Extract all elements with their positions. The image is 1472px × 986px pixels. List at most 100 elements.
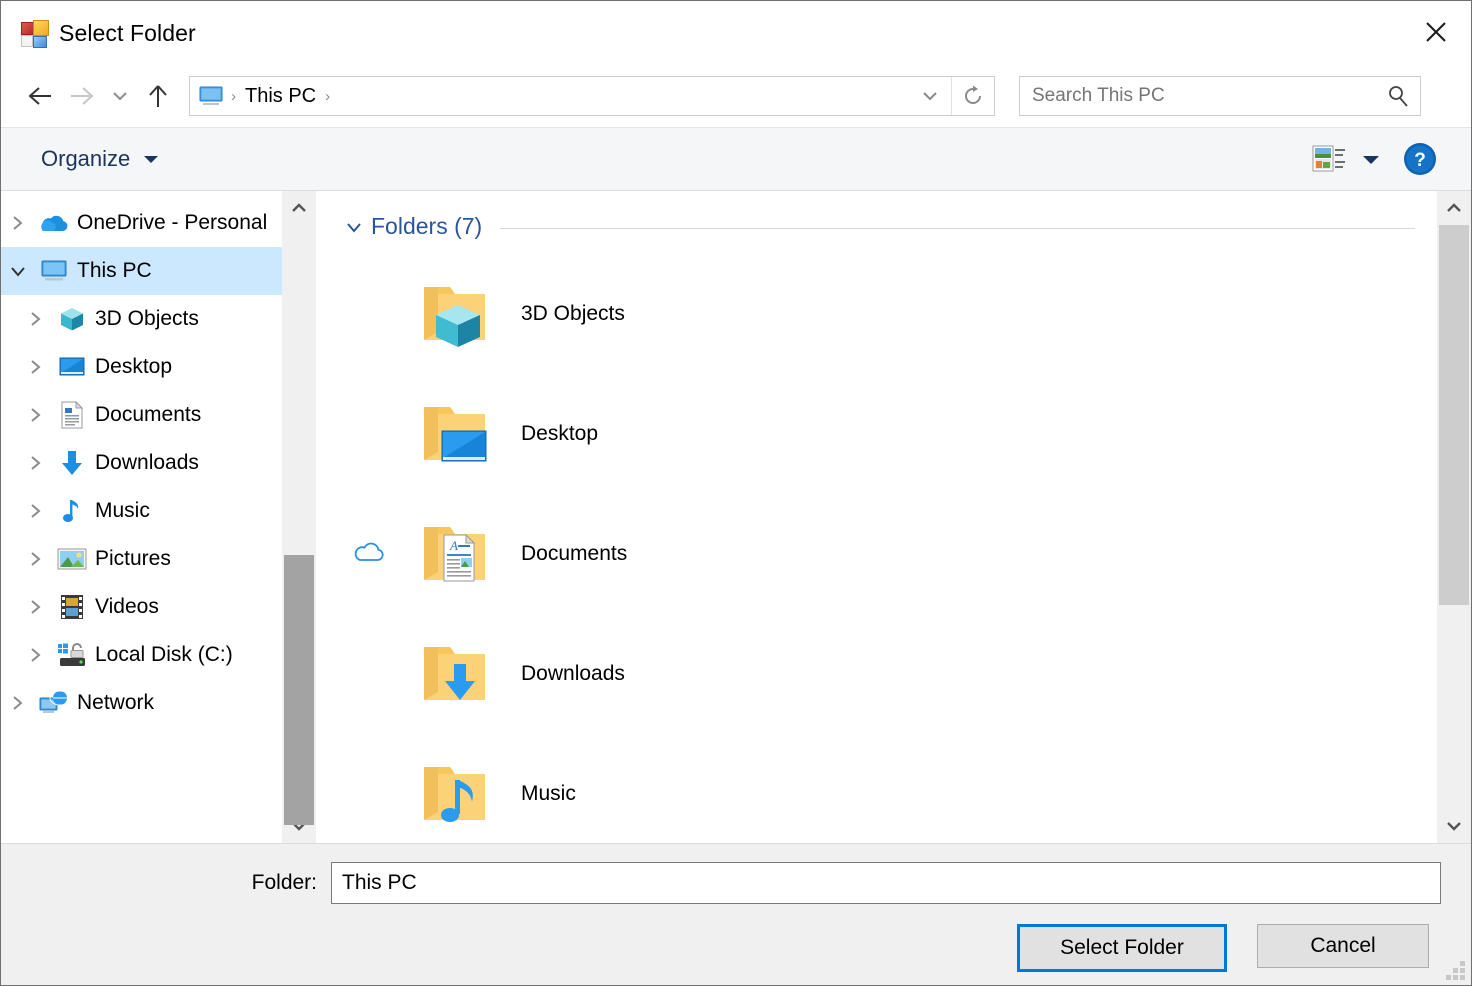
back-arrow-icon [25,83,55,109]
chevron-right-icon[interactable] [1,694,35,712]
chevron-down-icon[interactable] [1,264,35,278]
folder-input[interactable] [332,863,1440,903]
toolbar-right-group: ? [1307,128,1449,190]
scroll-thumb[interactable] [1439,225,1469,605]
sidebar-item-3d-objects[interactable]: 3D Objects [1,295,282,343]
group-header-folders[interactable]: Folders (7) [317,191,1437,240]
list-item[interactable]: 3D Objects [317,254,1437,374]
chevron-down-icon [920,89,940,103]
refresh-icon [961,84,985,108]
this-pc-icon [35,259,73,283]
sidebar-item-label: Downloads [95,451,199,475]
sidebar-item-downloads[interactable]: Downloads [1,439,282,487]
scroll-down-icon [1445,820,1463,832]
group-header-label: Folders (7) [371,213,482,240]
local-disk-icon [53,642,91,668]
breadcrumb-separator-trailing[interactable]: › [322,88,333,105]
sidebar-item-videos[interactable]: Videos [1,583,282,631]
downloads-icon [53,449,91,477]
sidebar-item-label: Music [95,499,150,523]
list-item-label: Documents [521,542,627,566]
list-item[interactable]: Desktop [317,374,1437,494]
navigation-pane: OneDrive - Personal This PC [1,191,282,843]
chevron-right-icon[interactable] [19,454,53,472]
folder-input-wrapper[interactable] [331,862,1441,904]
pictures-icon [53,547,91,571]
chevron-right-icon[interactable] [19,502,53,520]
chevron-right-icon[interactable] [1,214,35,232]
list-item-label: Desktop [521,422,598,446]
scroll-up-button[interactable] [1437,191,1471,225]
list-item[interactable]: Downloads [317,614,1437,734]
folder-music-icon [405,757,509,831]
organize-button[interactable]: Organize [35,137,166,181]
cloud-outline-icon [333,542,405,566]
up-button[interactable] [137,75,179,117]
caret-down-icon [1361,153,1381,166]
sidebar-item-network[interactable]: Network [1,679,282,727]
breadcrumb-item-this-pc[interactable]: This PC [239,85,322,108]
chevron-right-icon[interactable] [19,310,53,328]
search-input[interactable] [1020,84,1376,108]
chevron-right-icon[interactable] [19,550,53,568]
forward-button[interactable] [61,75,103,117]
sidebar-item-local-disk[interactable]: Local Disk (C:) [1,631,282,679]
scroll-up-button[interactable] [282,191,316,225]
sidebar-item-onedrive[interactable]: OneDrive - Personal [1,199,282,247]
help-button[interactable]: ? [1391,136,1449,182]
list-item[interactable]: Music [317,734,1437,843]
change-view-button[interactable] [1307,138,1351,180]
chevron-right-icon[interactable] [19,406,53,424]
caret-down-icon [142,153,160,165]
scroll-track[interactable] [282,225,316,809]
title-bar: Select Folder [1,1,1471,65]
documents-icon [53,401,91,429]
scroll-up-icon [290,202,308,214]
scroll-down-button[interactable] [1437,809,1471,843]
content-area: OneDrive - Personal This PC [1,191,1471,843]
folder-3d-objects-icon [405,277,509,351]
sidebar-item-label: Desktop [95,355,172,379]
svg-text:A: A [449,538,458,553]
refresh-button[interactable] [951,77,994,115]
address-dropdown-button[interactable] [909,77,951,115]
back-button[interactable] [19,75,61,117]
help-icon: ? [1402,141,1438,177]
up-arrow-icon [145,82,171,110]
list-item-label: Music [521,782,576,806]
close-button[interactable] [1401,1,1471,63]
view-options-button[interactable] [1351,138,1391,180]
sidebar-item-pictures[interactable]: Pictures [1,535,282,583]
folder-field-label: Folder: [1,871,331,895]
recent-locations-button[interactable] [103,75,137,117]
chevron-right-icon[interactable] [19,598,53,616]
address-bar[interactable]: › This PC › [189,76,995,116]
cancel-button[interactable]: Cancel [1257,924,1429,968]
chevron-right-icon[interactable] [19,646,53,664]
navigation-bar: › This PC › [1,65,1471,127]
sidebar-item-desktop[interactable]: Desktop [1,343,282,391]
scroll-thumb[interactable] [284,555,314,825]
file-list-scrollbar[interactable] [1437,191,1471,843]
command-toolbar: Organize [1,127,1471,191]
navigation-pane-scrollbar[interactable] [282,191,316,843]
view-details-icon [1312,144,1346,174]
svg-text:?: ? [1414,150,1426,171]
search-box[interactable] [1019,76,1421,116]
list-item-label: Downloads [521,662,625,686]
folder-field-row: Folder: [1,844,1471,904]
search-icon[interactable] [1376,83,1420,109]
videos-icon [53,594,91,620]
resize-grip[interactable] [1447,961,1465,979]
sidebar-item-music[interactable]: Music [1,487,282,535]
onedrive-icon [35,211,73,235]
sidebar-item-documents[interactable]: Documents [1,391,282,439]
chevron-right-icon[interactable] [19,358,53,376]
chevron-down-icon[interactable] [339,220,369,234]
list-item[interactable]: A Documents [317,494,1437,614]
desktop-icon [53,355,91,379]
scroll-track[interactable] [1437,225,1471,809]
sidebar-item-this-pc[interactable]: This PC [1,247,282,295]
breadcrumb[interactable]: › This PC › [190,85,909,108]
select-folder-button[interactable]: Select Folder [1017,924,1227,972]
